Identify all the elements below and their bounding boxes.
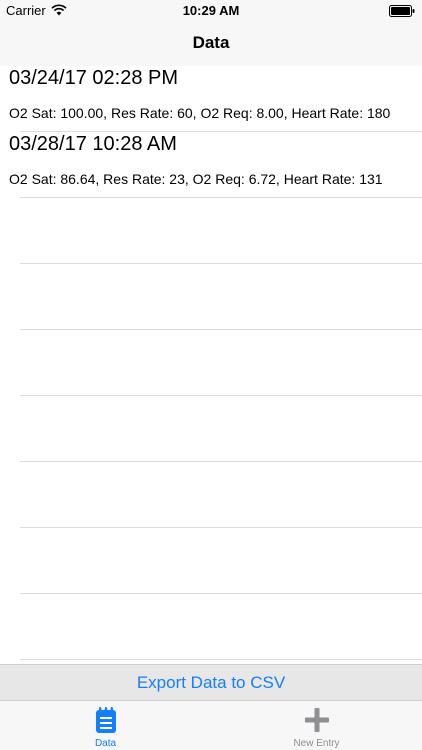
- plus-icon: [304, 708, 329, 732]
- empty-row: [0, 198, 422, 264]
- list-item[interactable]: 03/24/17 02:28 PM O2 Sat: 100.00, Res Ra…: [0, 66, 422, 132]
- tab-data[interactable]: Data: [0, 701, 211, 750]
- empty-row: [0, 594, 422, 660]
- entry-details: O2 Sat: 100.00, Res Rate: 60, O2 Req: 8.…: [9, 105, 391, 121]
- empty-row: [0, 462, 422, 528]
- export-bar: Export Data to CSV: [0, 664, 422, 700]
- empty-row: [0, 330, 422, 396]
- battery-icon: [389, 5, 415, 17]
- entry-timestamp: 03/28/17 10:28 AM: [9, 133, 177, 155]
- navigation-bar: Data: [0, 22, 422, 66]
- entry-timestamp: 03/24/17 02:28 PM: [9, 67, 179, 89]
- empty-row: [0, 528, 422, 594]
- page-title: Data: [192, 33, 230, 52]
- entry-details: O2 Sat: 86.64, Res Rate: 23, O2 Req: 6.7…: [9, 171, 383, 187]
- empty-row: [0, 264, 422, 330]
- tab-new-entry-label: New Entry: [293, 738, 340, 749]
- data-list[interactable]: 03/24/17 02:28 PM O2 Sat: 100.00, Res Ra…: [0, 66, 422, 664]
- tab-bar: Data New Entry: [0, 700, 422, 750]
- export-csv-button[interactable]: Export Data to CSV: [0, 673, 422, 693]
- tab-data-label: Data: [94, 738, 117, 749]
- notepad-icon: [95, 707, 116, 733]
- status-time: 10:29 AM: [182, 3, 240, 18]
- status-bar: Carrier 10:29 AM: [0, 0, 422, 22]
- list-item[interactable]: 03/28/17 10:28 AM O2 Sat: 86.64, Res Rat…: [0, 132, 422, 198]
- tab-new-entry[interactable]: New Entry: [211, 701, 422, 750]
- empty-row: [0, 396, 422, 462]
